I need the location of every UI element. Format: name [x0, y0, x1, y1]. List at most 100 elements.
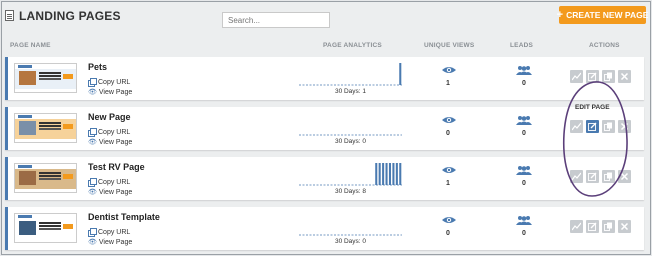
unique-views-eye-icon	[442, 117, 456, 123]
duplicate-icon	[604, 122, 612, 131]
table-row: Dentist Template Copy URL 👁 View Page 30…	[5, 207, 644, 250]
close-icon	[620, 122, 629, 131]
duplicate-button[interactable]	[602, 70, 615, 83]
col-page-analytics: PAGE ANALYTICS	[323, 42, 382, 49]
users-icon	[516, 166, 532, 175]
leads-count: 0	[522, 130, 526, 137]
copy-icon	[88, 178, 97, 187]
pencil-icon	[588, 72, 597, 81]
edit-page-button[interactable]	[586, 170, 599, 183]
copy-icon	[88, 128, 97, 137]
days-label: 30 Days: 1	[334, 88, 367, 95]
col-actions: ACTIONS	[589, 42, 620, 49]
pencil-icon	[588, 172, 597, 181]
view-page-link[interactable]: 👁 View Page	[88, 239, 132, 246]
chart-icon	[572, 222, 581, 231]
duplicate-icon	[604, 172, 612, 181]
analytics-sparkline	[299, 63, 402, 86]
page-thumbnail[interactable]	[14, 163, 77, 193]
copy-url-link[interactable]: Copy URL	[88, 128, 131, 137]
analytics-button[interactable]	[570, 120, 583, 133]
page-thumbnail[interactable]	[14, 113, 77, 143]
sparkline-bar	[392, 163, 395, 185]
copy-url-label: Copy URL	[98, 128, 131, 136]
copy-url-label: Copy URL	[98, 78, 131, 86]
analytics-button[interactable]	[570, 170, 583, 183]
create-new-page-button[interactable]: + CREATE NEW PAGE	[557, 6, 649, 24]
eye-icon: 👁	[88, 139, 97, 146]
duplicate-button[interactable]	[602, 120, 615, 133]
sparkline-bar	[388, 163, 392, 185]
duplicate-icon	[604, 222, 612, 231]
row-actions	[570, 220, 631, 233]
view-page-label: View Page	[98, 139, 133, 146]
analytics-button[interactable]	[570, 220, 583, 233]
col-page-name: PAGE NAME	[10, 42, 51, 49]
sparkline-bar	[399, 63, 402, 85]
leads-count: 0	[522, 230, 526, 237]
delete-button[interactable]	[618, 220, 631, 233]
unique-views-eye-icon	[442, 167, 456, 173]
copy-url-link[interactable]: Copy URL	[88, 178, 130, 187]
edit-page-button[interactable]	[586, 70, 599, 83]
unique-views-eye-icon	[442, 67, 456, 73]
users-icon	[516, 216, 532, 225]
edit-page-button[interactable]	[586, 120, 599, 133]
unique-views-eye-icon	[442, 217, 456, 223]
unique-views-count: 1	[446, 80, 450, 87]
create-new-page-label: CREATE NEW PAGE	[566, 10, 649, 20]
page-thumbnail[interactable]	[14, 213, 77, 243]
view-page-link[interactable]: 👁 View Page	[88, 139, 132, 146]
close-icon	[620, 222, 629, 231]
duplicate-button[interactable]	[602, 170, 615, 183]
leads-count: 0	[522, 180, 526, 187]
days-label: 30 Days: 8	[334, 188, 367, 195]
chart-icon	[572, 72, 581, 81]
chart-icon	[572, 122, 581, 131]
pencil-icon	[588, 222, 597, 231]
view-page-label: View Page	[98, 89, 133, 96]
page-thumbnail[interactable]	[14, 63, 77, 93]
close-icon	[620, 72, 629, 81]
analytics-button[interactable]	[570, 70, 583, 83]
sparkline-bar	[395, 163, 398, 185]
sparkline-bar	[385, 163, 388, 185]
duplicate-button[interactable]	[602, 220, 615, 233]
sparkline-bar	[378, 163, 381, 185]
row-actions	[570, 70, 631, 83]
edit-page-tooltip: EDIT PAGE	[575, 104, 610, 111]
days-label: 30 Days: 0	[334, 138, 367, 145]
delete-button[interactable]	[618, 170, 631, 183]
sparkline-bar	[399, 163, 402, 185]
table-row: Test RV Page Copy URL 👁 View Page 30 Day…	[5, 157, 644, 200]
search-input[interactable]	[222, 12, 330, 28]
close-icon	[620, 172, 629, 181]
page-name[interactable]: Dentist Template	[88, 212, 160, 222]
edit-page-button[interactable]	[586, 220, 599, 233]
table-row: New Page Copy URL 👁 View Page 30 Days: 0…	[5, 107, 644, 150]
view-page-label: View Page	[98, 189, 133, 196]
sparkline-bar	[375, 163, 378, 185]
col-unique-views: UNIQUE VIEWS	[424, 42, 475, 49]
delete-button[interactable]	[618, 120, 631, 133]
eye-icon: 👁	[88, 239, 97, 246]
page-name[interactable]: New Page	[88, 112, 131, 122]
copy-icon	[88, 228, 97, 237]
unique-views-count: 1	[446, 180, 450, 187]
col-leads: LEADS	[510, 42, 534, 49]
row-actions	[570, 170, 631, 183]
page-icon	[5, 10, 14, 21]
analytics-sparkline	[299, 163, 402, 186]
days-label: 30 Days: 0	[334, 238, 367, 245]
page-name[interactable]: Pets	[88, 62, 107, 72]
unique-views-count: 0	[446, 230, 450, 237]
view-page-link[interactable]: 👁 View Page	[88, 189, 132, 196]
copy-url-link[interactable]: Copy URL	[88, 78, 131, 87]
users-icon	[516, 66, 532, 75]
copy-icon	[88, 78, 97, 87]
page-name[interactable]: Test RV Page	[88, 162, 145, 172]
leads-count: 0	[522, 80, 526, 87]
copy-url-link[interactable]: Copy URL	[88, 228, 130, 237]
view-page-link[interactable]: 👁 View Page	[88, 89, 132, 96]
delete-button[interactable]	[618, 70, 631, 83]
